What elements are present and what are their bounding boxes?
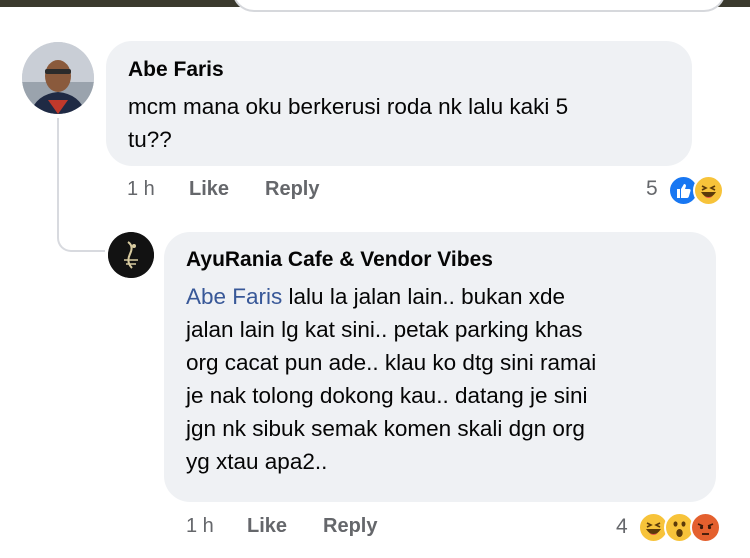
- cafe-logo-icon: [108, 232, 154, 278]
- reply-text: Abe Faris lalu la jalan lain.. bukan xde…: [186, 280, 596, 478]
- mention-link[interactable]: Abe Faris: [186, 284, 282, 309]
- profile-photo-icon: [22, 42, 94, 114]
- reply-timestamp[interactable]: 1 h: [186, 515, 214, 538]
- like-button[interactable]: Like: [247, 515, 287, 538]
- avatar[interactable]: [22, 42, 94, 114]
- avatar[interactable]: [108, 232, 154, 278]
- reply-text-line: yg xtau apa2..: [186, 449, 328, 474]
- comment-author[interactable]: Abe Faris: [128, 58, 224, 82]
- reply-button[interactable]: Reply: [265, 178, 319, 201]
- comment-timestamp[interactable]: 1 h: [127, 178, 155, 201]
- reply-button[interactable]: Reply: [323, 515, 377, 538]
- reaction-count[interactable]: 5: [646, 177, 658, 201]
- previous-comment-edge: [232, 0, 726, 12]
- reaction-count[interactable]: 4: [616, 515, 628, 539]
- reply-text-line: Abe Faris lalu la jalan lain.. bukan xde: [186, 280, 596, 313]
- reply-text-line: jgn nk sibuk semak komen skali dgn org: [186, 416, 585, 441]
- reply-text-fragment: lalu la jalan lain.. bukan xde: [282, 284, 565, 309]
- angry-icon[interactable]: [690, 512, 721, 543]
- thread-connector: [57, 118, 105, 252]
- haha-icon[interactable]: [693, 175, 724, 206]
- reply-author[interactable]: AyuRania Cafe & Vendor Vibes: [186, 248, 493, 272]
- like-button[interactable]: Like: [189, 178, 229, 201]
- reply-text-line: jalan lain lg kat sini.. petak parking k…: [186, 317, 583, 342]
- reply-text-line: je nak tolong dokong kau.. datang je sin…: [186, 383, 588, 408]
- comment-text: mcm mana oku berkerusi roda nk lalu kaki…: [128, 90, 568, 156]
- reply-text-line: org cacat pun ade.. klau ko dtg sini ram…: [186, 350, 597, 375]
- comment-text-line: mcm mana oku berkerusi roda nk lalu kaki…: [128, 94, 569, 119]
- comment-text-line: tu??: [128, 127, 172, 152]
